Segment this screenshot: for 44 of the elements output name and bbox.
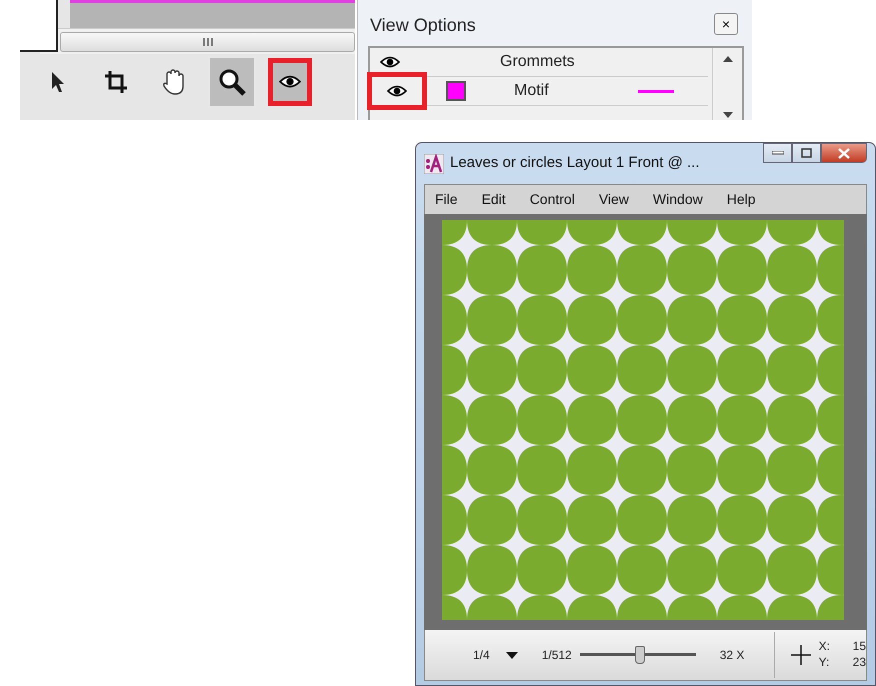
horizontal-scrollbar[interactable] xyxy=(40,28,355,54)
dropdown-icon[interactable] xyxy=(506,652,518,660)
maximize-button[interactable] xyxy=(792,143,821,163)
eye-icon xyxy=(380,56,400,68)
menu-item[interactable]: Edit xyxy=(482,189,506,210)
tool-button[interactable] xyxy=(268,58,312,106)
app-icon xyxy=(424,154,444,174)
ruler xyxy=(20,0,58,52)
x-value: 15 xyxy=(852,639,866,656)
scroll-down-icon[interactable] xyxy=(722,112,732,118)
layer-label[interactable]: Motif xyxy=(514,79,549,103)
color-swatch[interactable] xyxy=(446,81,466,101)
minimize-icon xyxy=(772,151,784,155)
close-icon xyxy=(838,148,850,158)
y-label: Y: xyxy=(818,655,830,671)
eye-icon xyxy=(279,75,301,89)
scroll-thumb[interactable] xyxy=(60,32,355,52)
menu-item[interactable]: Control xyxy=(530,189,575,210)
pointer-icon xyxy=(51,71,65,93)
grip-icon xyxy=(202,36,212,46)
menu-item[interactable]: View xyxy=(598,189,629,210)
menu-item[interactable]: Help xyxy=(726,189,756,210)
close-button[interactable] xyxy=(821,143,867,163)
x-label: X: xyxy=(818,639,830,656)
close-button[interactable]: × xyxy=(714,13,738,35)
menu-item[interactable]: File xyxy=(435,189,458,210)
window-title: Leaves or circles Layout 1 Front @ ... xyxy=(450,153,700,174)
tool-button[interactable] xyxy=(210,58,254,106)
crop-icon xyxy=(104,70,128,94)
panel-title: View Options xyxy=(369,14,476,37)
crosshair-icon xyxy=(790,645,811,666)
slider-thumb[interactable] xyxy=(635,646,646,664)
y-value: 23 xyxy=(852,655,866,671)
zoom-max-label: 32 X xyxy=(720,647,744,664)
maximize-icon xyxy=(801,148,812,158)
menu-item[interactable]: Window xyxy=(652,189,703,210)
scroll-up-icon[interactable] xyxy=(722,56,732,62)
search-icon xyxy=(218,68,246,96)
visibility-toggle[interactable] xyxy=(370,75,424,107)
layer-label[interactable]: Grommets xyxy=(500,50,575,74)
eye-icon xyxy=(387,85,407,97)
page-indicator: 1/4 xyxy=(473,647,490,664)
zoom-min-label: 1/512 xyxy=(542,647,572,664)
minimize-button[interactable] xyxy=(763,143,792,163)
